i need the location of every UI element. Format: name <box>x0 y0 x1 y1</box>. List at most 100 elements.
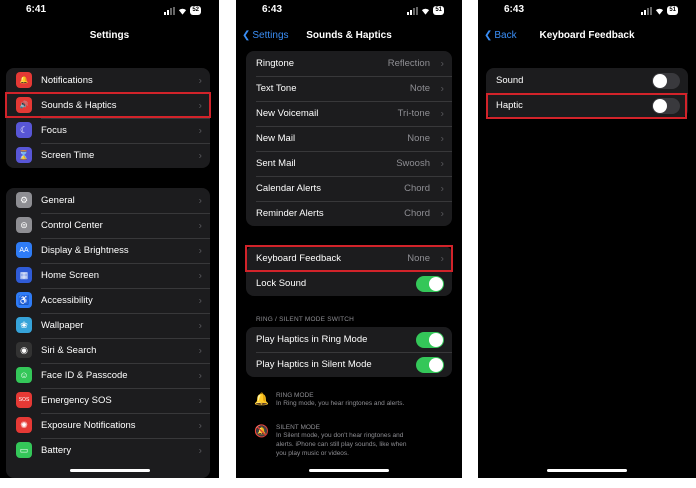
status-bar: 6:43 51 <box>478 4 696 18</box>
tone-label: Ringtone <box>256 58 295 69</box>
hourglass-icon: ⌛ <box>16 147 32 163</box>
tone-label: Calendar Alerts <box>256 183 321 194</box>
silent-mode-desc-1: In Silent mode, you don't hear ringtones… <box>276 432 404 439</box>
settings-row-label: Wallpaper <box>41 320 84 331</box>
ring-mode-title: RING MODE <box>276 392 314 399</box>
tone-label: New Mail <box>256 133 296 144</box>
silent-haptics-toggle[interactable] <box>416 356 444 373</box>
tone-row-sent-mail[interactable]: Sent Mail Swoosh › <box>246 151 452 176</box>
settings-row-home-screen[interactable]: ▦ Home Screen › <box>6 263 210 288</box>
page-title: Settings <box>89 30 130 41</box>
sound-label: Sound <box>496 75 524 86</box>
settings-row-label: Focus <box>41 125 67 136</box>
highlight-sounds-haptics <box>5 92 211 118</box>
tone-value: Note <box>409 83 430 94</box>
chevron-right-icon: › <box>440 58 444 69</box>
settings-row-focus[interactable]: ☾ Focus › <box>6 118 210 143</box>
silent-haptics-label: Play Haptics in Silent Mode <box>256 359 372 370</box>
tone-value: None <box>407 133 430 144</box>
display-icon: AA <box>16 242 32 258</box>
settings-row-label: Home Screen <box>41 270 100 281</box>
silent-mode-desc-3: you play music or videos. <box>276 450 349 457</box>
settings-row-battery[interactable]: ▭ Battery › <box>6 438 210 463</box>
chevron-right-icon: › <box>440 133 444 144</box>
keyboard-feedback-screen: 6:43 51 ❮ Back Keyboard Feedback Sound H… <box>478 0 696 478</box>
status-time: 6:43 <box>504 4 525 15</box>
sounds-haptics-screen: 6:43 51 ❮ Settings Sounds & Haptics Ring… <box>236 0 462 478</box>
silent-mode-title: SILENT MODE <box>276 424 320 431</box>
chevron-right-icon: › <box>198 270 202 281</box>
wifi-icon <box>179 8 187 15</box>
tone-row-reminder-alerts[interactable]: Reminder Alerts Chord › <box>246 201 452 226</box>
chevron-right-icon: › <box>198 295 202 306</box>
chevron-right-icon: › <box>198 150 202 161</box>
settings-row-emergency-sos[interactable]: SOS Emergency SOS › <box>6 388 210 413</box>
lock-sound-row: Lock Sound <box>246 271 452 296</box>
chevron-right-icon: › <box>198 420 202 431</box>
settings-row-general[interactable]: ⚙ General › <box>6 188 210 213</box>
accessibility-icon: ♿ <box>16 292 32 308</box>
home-indicator <box>547 469 627 472</box>
bell-icon: 🔔 <box>254 392 269 406</box>
alert-tones-group: Ringtone Reflection › Text Tone Note › New Voi… <box>246 51 452 226</box>
page-title: Sounds & Haptics <box>306 30 392 41</box>
home-indicator <box>309 469 389 472</box>
settings-row-face-id-and-passcode[interactable]: ☺ Face ID & Passcode › <box>6 363 210 388</box>
tone-row-new-mail[interactable]: New Mail None › <box>246 126 452 151</box>
tone-row-new-voicemail[interactable]: New Voicemail Tri-tone › <box>246 101 452 126</box>
chevron-right-icon: › <box>198 370 202 381</box>
settings-row-notifications[interactable]: 🔔 Notifications › <box>6 68 210 93</box>
tone-value: Chord <box>404 208 430 219</box>
settings-row-label: Notifications <box>41 75 93 86</box>
settings-group-1: 🔔 Notifications › 🔊 Sounds & Haptics › ☾ Focus ›… <box>6 68 210 168</box>
face-id-icon: ☺ <box>16 367 32 383</box>
settings-row-wallpaper[interactable]: ❀ Wallpaper › <box>6 313 210 338</box>
ring-silent-section-header: RING / SILENT MODE SWITCH <box>256 316 355 323</box>
battery-status: 51 <box>667 6 678 15</box>
status-time: 6:43 <box>262 4 283 15</box>
lock-sound-label: Lock Sound <box>256 278 307 289</box>
settings-row-exposure-notifications[interactable]: ✺ Exposure Notifications › <box>6 413 210 438</box>
settings-row-label: Control Center <box>41 220 103 231</box>
settings-row-display-and-brightness[interactable]: AA Display & Brightness › <box>6 238 210 263</box>
settings-row-label: Screen Time <box>41 150 95 161</box>
chevron-right-icon: › <box>198 125 202 136</box>
settings-row-screen-time[interactable]: ⌛ Screen Time › <box>6 143 210 168</box>
sos-icon: SOS <box>16 392 32 408</box>
bell-slash-icon: 🔕 <box>254 424 269 438</box>
battery-status: 52 <box>190 6 201 15</box>
settings-row-control-center[interactable]: ⊜ Control Center › <box>6 213 210 238</box>
tone-label: Reminder Alerts <box>256 208 324 219</box>
gear-icon: ⚙ <box>16 192 32 208</box>
tone-row-text-tone[interactable]: Text Tone Note › <box>246 76 452 101</box>
chevron-right-icon: › <box>440 208 444 219</box>
moon-icon: ☾ <box>16 122 32 138</box>
wallpaper-icon: ❀ <box>16 317 32 333</box>
settings-row-label: Accessibility <box>41 295 93 306</box>
tone-row-ringtone[interactable]: Ringtone Reflection › <box>246 51 452 76</box>
sound-toggle[interactable] <box>652 72 680 89</box>
page-title: Keyboard Feedback <box>539 30 635 41</box>
ring-haptics-label: Play Haptics in Ring Mode <box>256 334 368 345</box>
signal-icon <box>164 6 176 15</box>
chevron-right-icon: › <box>440 108 444 119</box>
chevron-right-icon: › <box>198 345 202 356</box>
settings-row-accessibility[interactable]: ♿ Accessibility › <box>6 288 210 313</box>
ring-mode-info: 🔔 RING MODE In Ring mode, you hear ringt… <box>254 392 404 408</box>
bell-icon: 🔔 <box>16 72 32 88</box>
battery-status: 51 <box>433 6 444 15</box>
lock-sound-toggle[interactable] <box>416 275 444 292</box>
chevron-right-icon: › <box>198 445 202 456</box>
chevron-right-icon: › <box>198 245 202 256</box>
settings-row-siri-and-search[interactable]: ◉ Siri & Search › <box>6 338 210 363</box>
settings-row-label: Face ID & Passcode <box>41 370 128 381</box>
tone-value: Reflection <box>387 58 430 69</box>
chevron-right-icon: › <box>198 320 202 331</box>
tone-value: Tri-tone <box>397 108 430 119</box>
tone-row-calendar-alerts[interactable]: Calendar Alerts Chord › <box>246 176 452 201</box>
settings-group-2: ⚙ General › ⊜ Control Center › AA Display & Bri… <box>6 188 210 478</box>
chevron-right-icon: › <box>198 75 202 86</box>
ring-haptics-toggle[interactable] <box>416 331 444 348</box>
tone-label: New Voicemail <box>256 108 319 119</box>
silent-mode-desc-2: alerts. iPhone can still play sounds, li… <box>276 441 407 448</box>
